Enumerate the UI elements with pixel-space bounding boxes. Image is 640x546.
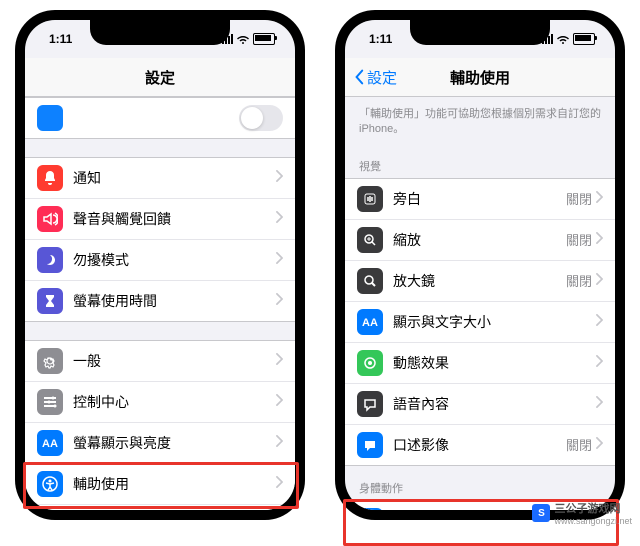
chevron-right-icon xyxy=(596,272,603,290)
moon-icon xyxy=(37,247,63,273)
notch xyxy=(90,19,230,45)
back-button[interactable]: 設定 xyxy=(353,67,397,88)
settings-row[interactable]: 通知 xyxy=(25,158,295,199)
row-label: 輔助使用 xyxy=(73,474,276,494)
settings-row[interactable]: AA 螢幕顯示與亮度 xyxy=(25,423,295,464)
settings-row[interactable]: 語音內容 xyxy=(345,384,615,425)
row-label: 顯示與文字大小 xyxy=(393,312,596,332)
phone-right: 1:11 ↗ 設定 輔助使用 「輔助使用」功能可協助您根據個別需求自訂您的 iP… xyxy=(335,10,625,520)
aa-icon: AA xyxy=(357,309,383,335)
row-label: 縮放 xyxy=(393,230,566,250)
chevron-right-icon xyxy=(276,292,283,310)
settings-row[interactable]: 一般 xyxy=(25,341,295,382)
watermark: S 三公子游戏网 www.sangongzi.net xyxy=(532,500,632,526)
chevron-right-icon xyxy=(276,169,283,187)
caption: 「輔助使用」功能可協助您根據個別需求自訂您的 iPhone。 xyxy=(345,97,615,144)
section-header-vision: 視覺 xyxy=(345,144,615,178)
chevron-right-icon xyxy=(276,393,283,411)
row-label: 語音內容 xyxy=(393,394,596,414)
chevron-right-icon xyxy=(596,436,603,454)
clock: 1:11 xyxy=(369,32,392,46)
row-label: 控制中心 xyxy=(73,392,276,412)
zoom-icon xyxy=(357,227,383,253)
svg-text:AA: AA xyxy=(362,317,378,329)
chevron-right-icon xyxy=(276,434,283,452)
row-label: 螢幕使用時間 xyxy=(73,291,276,311)
row-label: 通知 xyxy=(73,168,276,188)
back-label: 設定 xyxy=(367,67,397,88)
settings-row-partial[interactable] xyxy=(25,98,295,138)
settings-row[interactable]: 口述影像 關閉 xyxy=(345,425,615,465)
toggle[interactable] xyxy=(239,105,283,131)
aa-icon: AA xyxy=(37,430,63,456)
watermark-text: 三公子游戏网 xyxy=(554,500,632,516)
section-header-motor: 身體動作 xyxy=(345,466,615,500)
watermark-url: www.sangongzi.net xyxy=(554,516,632,526)
row-label: 放大鏡 xyxy=(393,271,566,291)
chevron-right-icon xyxy=(276,251,283,269)
row-label: 旁白 xyxy=(393,189,566,209)
svg-text:AA: AA xyxy=(42,438,58,450)
chevron-right-icon xyxy=(596,354,603,372)
settings-row[interactable]: 聲音與觸覺回饋 xyxy=(25,199,295,240)
watermark-logo: S xyxy=(532,504,550,522)
chevron-right-icon xyxy=(596,190,603,208)
bell-icon xyxy=(37,165,63,191)
settings-row[interactable]: 動態效果 xyxy=(345,343,615,384)
wifi-icon xyxy=(37,105,63,131)
row-label: 一般 xyxy=(73,351,276,371)
chevron-right-icon xyxy=(596,395,603,413)
gear-icon xyxy=(37,348,63,374)
hourglass-icon xyxy=(37,288,63,314)
settings-row[interactable]: 縮放 關閉 xyxy=(345,220,615,261)
access-icon xyxy=(37,471,63,497)
motion-icon xyxy=(357,350,383,376)
clock: 1:11 xyxy=(49,32,72,46)
chevron-right-icon xyxy=(276,210,283,228)
voice-icon xyxy=(357,186,383,212)
settings-row[interactable]: 輔助使用 xyxy=(25,464,295,505)
settings-row[interactable]: 背景圖片 xyxy=(25,505,295,510)
row-value: 關閉 xyxy=(566,271,592,290)
battery-icon xyxy=(253,33,275,45)
row-label: 動態效果 xyxy=(393,353,596,373)
row-label: 勿擾模式 xyxy=(73,250,276,270)
chevron-right-icon xyxy=(276,352,283,370)
settings-row[interactable]: 旁白 關閉 xyxy=(345,179,615,220)
navbar: 設定 輔助使用 xyxy=(345,58,615,97)
chevron-right-icon xyxy=(596,313,603,331)
phone-left: 1:11 ↗ 設定 通知 聲音與觸覺回饋 勿擾模式 螢幕 xyxy=(15,10,305,520)
settings-row[interactable]: 勿擾模式 xyxy=(25,240,295,281)
navbar: 設定 xyxy=(25,58,295,97)
magnify-icon xyxy=(357,268,383,294)
notch xyxy=(410,19,550,45)
speaker-icon xyxy=(37,206,63,232)
wifi-icon xyxy=(237,33,249,45)
battery-icon xyxy=(573,33,595,45)
row-value: 關閉 xyxy=(566,230,592,249)
row-label: 螢幕顯示與亮度 xyxy=(73,433,276,453)
wifi-icon xyxy=(557,33,569,45)
row-label: 口述影像 xyxy=(393,435,566,455)
settings-row[interactable]: AA 顯示與文字大小 xyxy=(345,302,615,343)
settings-row[interactable]: 螢幕使用時間 xyxy=(25,281,295,321)
row-label: 聲音與觸覺回饋 xyxy=(73,209,276,229)
chat-icon xyxy=(357,432,383,458)
chevron-right-icon xyxy=(276,475,283,493)
row-value: 關閉 xyxy=(566,435,592,454)
chevron-right-icon xyxy=(596,231,603,249)
page-title: 設定 xyxy=(145,67,175,88)
sliders-icon xyxy=(37,389,63,415)
touch-icon xyxy=(357,508,383,510)
row-value: 關閉 xyxy=(566,189,592,208)
page-title: 輔助使用 xyxy=(450,67,510,88)
settings-row[interactable]: 放大鏡 關閉 xyxy=(345,261,615,302)
speech-icon xyxy=(357,391,383,417)
settings-row[interactable]: 控制中心 xyxy=(25,382,295,423)
